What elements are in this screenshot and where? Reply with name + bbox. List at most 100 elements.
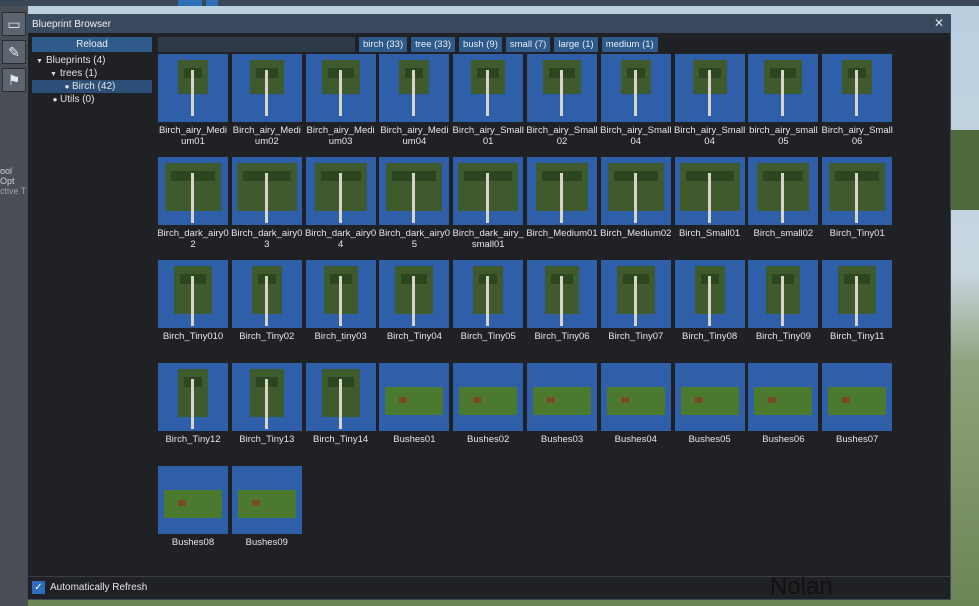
blueprint-thumbnail[interactable] bbox=[305, 363, 376, 431]
tag-tree[interactable]: tree (33) bbox=[411, 37, 456, 52]
blueprint-thumbnail[interactable] bbox=[379, 260, 450, 328]
blueprint-thumbnail[interactable] bbox=[748, 54, 819, 122]
tag-birch[interactable]: birch (33) bbox=[359, 37, 408, 52]
blueprint-thumbnail[interactable] bbox=[822, 54, 893, 122]
blueprint-thumbnail[interactable] bbox=[379, 363, 450, 431]
top-tab[interactable] bbox=[178, 0, 202, 6]
tree-item-birch[interactable]: ● Birch (42) bbox=[32, 80, 152, 93]
blueprint-item[interactable]: Bushes03 bbox=[526, 363, 598, 445]
blueprint-item[interactable]: Birch_Tiny07 bbox=[600, 260, 672, 342]
blueprint-item[interactable]: Birch_airy_Small04 bbox=[600, 54, 672, 147]
blueprint-item[interactable]: Bushes09 bbox=[231, 466, 303, 548]
blueprint-thumbnail[interactable] bbox=[527, 260, 597, 328]
tree-item-trees[interactable]: ▼ trees (1) bbox=[32, 67, 152, 80]
reload-button[interactable]: Reload bbox=[32, 37, 152, 52]
blueprint-item[interactable]: Birch_Tiny02 bbox=[231, 260, 303, 342]
blueprint-item[interactable]: Birch_Tiny06 bbox=[526, 260, 598, 342]
blueprint-item[interactable]: birch_airy_small05 bbox=[747, 54, 819, 147]
blueprint-item[interactable]: Birch_airy_Small04 bbox=[674, 54, 746, 147]
blueprint-thumbnail[interactable] bbox=[453, 54, 524, 122]
blueprint-item[interactable]: Bushes05 bbox=[674, 363, 746, 445]
search-input[interactable] bbox=[158, 37, 355, 52]
tag-small[interactable]: small (7) bbox=[505, 37, 551, 52]
blueprint-thumbnail[interactable] bbox=[158, 157, 228, 225]
blueprint-item[interactable]: Bushes04 bbox=[600, 363, 672, 445]
close-icon[interactable]: ✕ bbox=[934, 16, 944, 30]
blueprint-thumbnail[interactable] bbox=[600, 260, 671, 328]
blueprint-item[interactable]: Birch_small02 bbox=[747, 157, 819, 239]
blueprint-thumbnail[interactable] bbox=[231, 157, 302, 225]
blueprint-item[interactable]: Birch_airy_Medium02 bbox=[231, 54, 303, 147]
blueprint-item[interactable]: Birch_Tiny04 bbox=[378, 260, 450, 342]
blueprint-thumbnail[interactable] bbox=[748, 157, 819, 225]
blueprint-item[interactable]: Birch_airy_Small02 bbox=[526, 54, 598, 147]
tree-item-blueprints[interactable]: ▼ Blueprints (4) bbox=[32, 54, 152, 67]
blueprint-item[interactable]: Birch_dark_airy05 bbox=[378, 157, 450, 250]
blueprint-thumbnail[interactable] bbox=[158, 363, 228, 431]
window-titlebar[interactable]: Blueprint Browser ✕ bbox=[28, 15, 950, 33]
blueprint-thumbnail[interactable] bbox=[231, 363, 302, 431]
blueprint-thumbnail[interactable] bbox=[453, 157, 524, 225]
blueprint-item[interactable]: Birch_airy_Medium03 bbox=[305, 54, 377, 147]
blueprint-item[interactable]: Birch_Tiny010 bbox=[157, 260, 229, 342]
blueprint-item[interactable]: Birch_airy_Medium01 bbox=[157, 54, 229, 147]
select-tool-icon[interactable]: ▭ bbox=[2, 12, 26, 36]
blueprint-thumbnail[interactable] bbox=[453, 260, 524, 328]
blueprint-item[interactable]: Birch_Tiny14 bbox=[305, 363, 377, 445]
blueprint-thumbnail[interactable] bbox=[674, 260, 745, 328]
blueprint-item[interactable]: Birch_Medium02 bbox=[600, 157, 672, 239]
blueprint-item[interactable]: Birch_Tiny08 bbox=[674, 260, 746, 342]
blueprint-thumbnail[interactable] bbox=[600, 363, 671, 431]
blueprint-item[interactable]: Bushes07 bbox=[821, 363, 893, 445]
blueprint-thumbnail[interactable] bbox=[231, 466, 302, 534]
blueprint-thumbnail[interactable] bbox=[158, 466, 228, 534]
blueprint-thumbnail[interactable] bbox=[305, 260, 376, 328]
blueprint-item[interactable]: Birch_dark_airy04 bbox=[305, 157, 377, 250]
blueprint-item[interactable]: Birch_Tiny12 bbox=[157, 363, 229, 445]
blueprint-item[interactable]: Birch_airy_Small06 bbox=[821, 54, 893, 147]
blueprint-thumbnail[interactable] bbox=[600, 157, 671, 225]
blueprint-item[interactable]: Birch_Tiny13 bbox=[231, 363, 303, 445]
blueprint-thumbnail[interactable] bbox=[158, 260, 228, 328]
blueprint-thumbnail[interactable] bbox=[527, 54, 597, 122]
blueprint-item[interactable]: Bushes02 bbox=[452, 363, 524, 445]
pencil-tool-icon[interactable]: ✎ bbox=[2, 40, 26, 64]
blueprint-thumbnail[interactable] bbox=[600, 54, 671, 122]
blueprint-thumbnail[interactable] bbox=[158, 54, 228, 122]
blueprint-item[interactable]: Bushes06 bbox=[747, 363, 819, 445]
blueprint-item[interactable]: Birch_tiny03 bbox=[305, 260, 377, 342]
tag-bush[interactable]: bush (9) bbox=[459, 37, 502, 52]
blueprint-item[interactable]: Birch_Tiny05 bbox=[452, 260, 524, 342]
blueprint-item[interactable]: Birch_Medium01 bbox=[526, 157, 598, 239]
blueprint-item[interactable]: Birch_Tiny09 bbox=[747, 260, 819, 342]
blueprint-thumbnail[interactable] bbox=[822, 260, 893, 328]
blueprint-item[interactable]: Birch_Tiny01 bbox=[821, 157, 893, 239]
paint-tool-icon[interactable]: ⚑ bbox=[2, 68, 26, 92]
blueprint-thumbnail[interactable] bbox=[748, 260, 819, 328]
blueprint-item[interactable]: Bushes01 bbox=[378, 363, 450, 445]
blueprint-thumbnail[interactable] bbox=[748, 363, 819, 431]
blueprint-item[interactable]: Birch_dark_airy03 bbox=[231, 157, 303, 250]
blueprint-item[interactable]: Birch_dark_airy02 bbox=[157, 157, 229, 250]
blueprint-thumbnail[interactable] bbox=[674, 157, 745, 225]
blueprint-thumbnail[interactable] bbox=[453, 363, 524, 431]
top-tab-add[interactable] bbox=[206, 0, 218, 6]
blueprint-item[interactable]: Birch_Small01 bbox=[674, 157, 746, 239]
blueprint-item[interactable]: Birch_dark_airy_small01 bbox=[452, 157, 524, 250]
blueprint-thumbnail[interactable] bbox=[674, 363, 745, 431]
blueprint-thumbnail[interactable] bbox=[822, 363, 893, 431]
blueprint-thumbnail[interactable] bbox=[822, 157, 893, 225]
tag-large[interactable]: large (1) bbox=[554, 37, 598, 52]
blueprint-thumbnail[interactable] bbox=[305, 54, 376, 122]
blueprint-thumbnail[interactable] bbox=[674, 54, 745, 122]
blueprint-thumbnail[interactable] bbox=[527, 157, 597, 225]
blueprint-item[interactable]: Birch_airy_Medium04 bbox=[378, 54, 450, 147]
blueprint-thumbnail[interactable] bbox=[379, 157, 450, 225]
blueprint-thumbnail[interactable] bbox=[379, 54, 450, 122]
tag-medium[interactable]: medium (1) bbox=[601, 37, 658, 52]
tree-item-utils[interactable]: ● Utils (0) bbox=[32, 93, 152, 106]
blueprint-item[interactable]: Birch_airy_Small01 bbox=[452, 54, 524, 147]
auto-refresh-checkbox[interactable]: ✓ bbox=[32, 580, 45, 594]
blueprint-thumbnail[interactable] bbox=[231, 54, 302, 122]
blueprint-item[interactable]: Bushes08 bbox=[157, 466, 229, 548]
